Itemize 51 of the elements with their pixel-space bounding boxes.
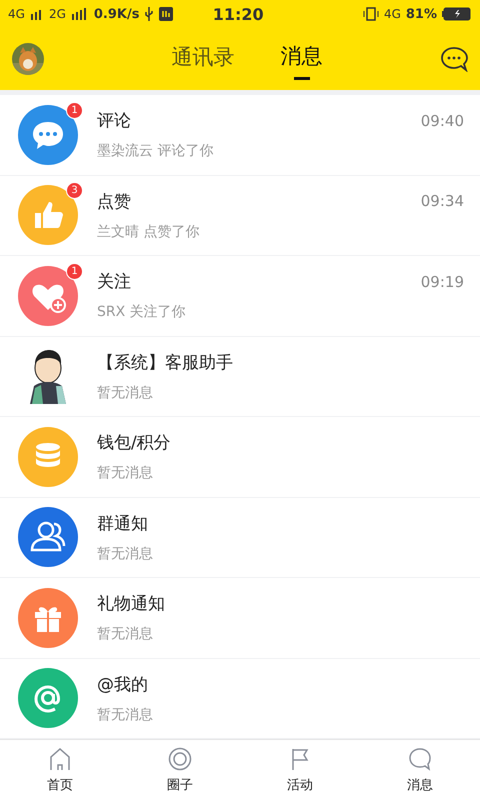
message-title: 礼物通知 [97,593,165,616]
message-preview: 暂无消息 [97,544,154,563]
clock: 11:20 [212,4,265,24]
message-preview: SRX 关注了你 [97,303,187,322]
usb-icon [144,7,154,21]
message-title: 关注 [97,271,131,294]
nav-tab[interactable]: 消息 [360,740,480,800]
unread-count: 1 [66,102,83,119]
network-label: 4G [384,7,401,21]
network-label: 4G [8,7,25,21]
notification-icon [159,7,174,21]
message-row[interactable]: 1 评论 09:40 墨染流云 评论了你 [0,95,480,174]
message-preview: 墨染流云 评论了你 [97,142,214,160]
circle-icon [168,746,192,770]
battery-percent: 81% [406,6,437,22]
message-row[interactable]: 3 点赞 09:34 兰文晴 点赞了你 [0,176,480,255]
message-row[interactable]: @我的 暂无消息 [0,658,480,738]
nav-tab[interactable]: 首页 [0,740,120,800]
message-title: 点赞 [97,190,131,213]
message-row[interactable]: 1 关注 09:19 SRX 关注了你 [0,256,480,336]
message-preview: 暂无消息 [97,706,154,724]
message-time: 09:19 [420,272,464,291]
chat-icon[interactable] [440,46,468,72]
unread-count: 1 [66,262,83,280]
signal-icon [70,8,89,20]
message-preview: 暂无消息 [97,625,154,644]
vibrate-icon [362,7,379,21]
nav-tab[interactable]: 活动 [240,740,360,800]
unread-count: 3 [66,182,83,200]
signal-icon [30,8,44,20]
message-title: 钱包/积分 [97,432,171,454]
message-row[interactable]: 【系统】客服助手 暂无消息 [0,336,480,416]
message-time: 09:40 [420,112,464,130]
message-row[interactable]: 钱包/积分 暂无消息 [0,417,480,496]
home-icon [48,746,72,770]
network-label: 2G [48,7,66,21]
message-title: 评论 [97,110,131,132]
message-row[interactable]: 群通知 暂无消息 [0,498,480,577]
message-time: 09:34 [420,192,464,210]
message-title: 群通知 [97,512,148,535]
message-row[interactable]: 礼物通知 暂无消息 [0,578,480,658]
message-title: @我的 [97,674,148,696]
battery-icon [442,7,472,21]
message-title: 【系统】客服助手 [97,352,233,374]
tab[interactable]: 通讯录 [172,36,234,82]
chat-icon [408,746,432,770]
message-preview: 暂无消息 [97,384,154,402]
nav-tab[interactable]: 圈子 [120,740,240,800]
message-preview: 兰文晴 点赞了你 [97,222,200,241]
network-speed: 0.9K/s [94,6,140,22]
message-preview: 暂无消息 [97,464,154,482]
